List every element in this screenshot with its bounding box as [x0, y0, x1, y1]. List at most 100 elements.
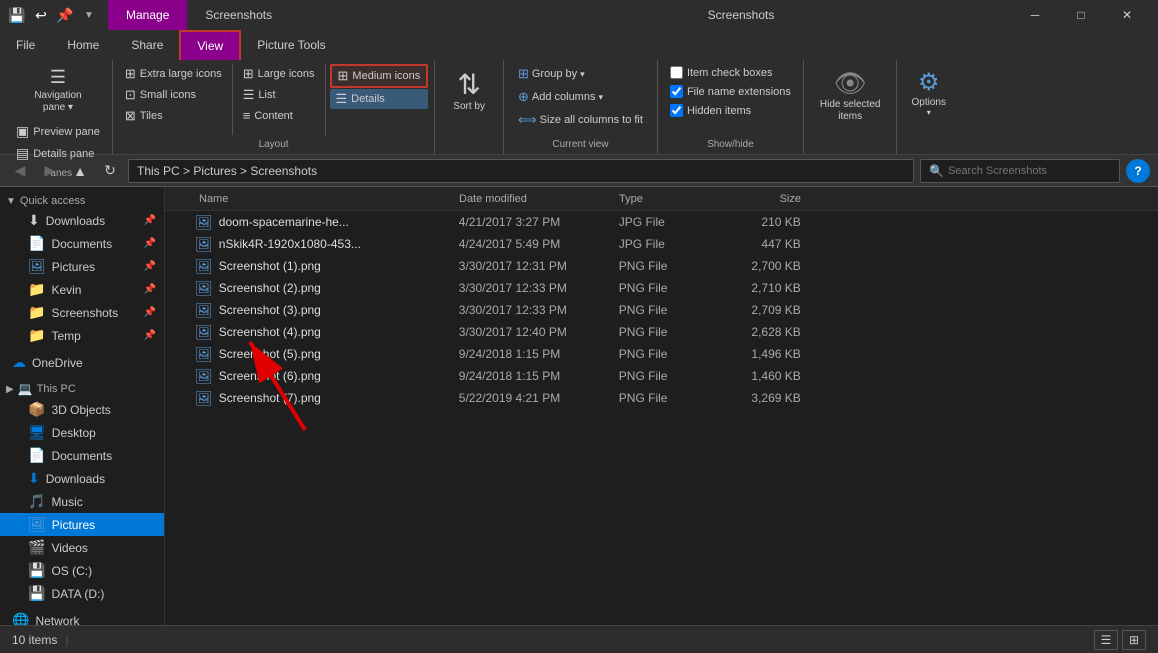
tiles-button[interactable]: ⊠ Tiles — [119, 106, 228, 126]
file-list-header: Name Date modified Type Size — [165, 187, 1158, 211]
save-icon[interactable]: 💾 — [8, 6, 26, 24]
group-by-button[interactable]: ⊞ Group by ▾ — [512, 64, 649, 84]
sort-button[interactable]: ⇅ Sort by — [443, 64, 495, 117]
list-button[interactable]: ☰ List — [237, 85, 321, 105]
sidebar-item-music[interactable]: 🎵 Music — [0, 490, 164, 513]
tab-view[interactable]: View — [179, 30, 241, 60]
item-check-boxes-checkbox[interactable] — [670, 66, 683, 79]
table-row[interactable]: 🖼 Screenshot (4).png 3/30/2017 12:40 PM … — [165, 321, 1158, 343]
search-input[interactable] — [948, 165, 1111, 177]
close-button[interactable]: ✕ — [1104, 0, 1150, 30]
search-box[interactable]: 🔍 — [920, 159, 1120, 183]
large-icons-view-toggle[interactable]: ⊞ — [1122, 630, 1146, 650]
address-path[interactable]: This PC > Pictures > Screenshots — [128, 159, 914, 183]
title-bar: 💾 ↩ 📌 ▼ Manage Screenshots Screenshots ─… — [0, 0, 1158, 30]
small-icons-button[interactable]: ⊡ Small icons — [119, 85, 228, 105]
sidebar-item-screenshots-quick[interactable]: 📁 Screenshots 📌 — [0, 301, 164, 324]
column-name[interactable]: Name — [195, 193, 455, 205]
file-size: 2,700 KB — [719, 259, 809, 273]
medium-icons-button[interactable]: ⊞ Medium icons — [330, 64, 429, 88]
file-name: Screenshot (4).png — [219, 325, 459, 339]
item-check-boxes-button[interactable]: Item check boxes — [666, 64, 795, 81]
content-icon: ≡ — [243, 108, 251, 123]
large-icons-button[interactable]: ⊞ Large icons — [237, 64, 321, 84]
sidebar-item-onedrive[interactable]: ☁ OneDrive — [0, 351, 164, 374]
hidden-items-checkbox[interactable] — [670, 104, 683, 117]
details-view-toggle[interactable]: ☰ — [1094, 630, 1118, 650]
sidebar-item-temp-quick[interactable]: 📁 Temp 📌 — [0, 324, 164, 347]
options-button[interactable]: ⚙ Options ▾ — [905, 64, 951, 121]
file-size: 2,709 KB — [719, 303, 809, 317]
hidden-items-button[interactable]: Hidden items — [666, 102, 795, 119]
sidebar-item-documents-pc[interactable]: 📄 Documents — [0, 444, 164, 467]
pin-icon[interactable]: 📌 — [56, 6, 74, 24]
table-row[interactable]: 🖼 Screenshot (3).png 3/30/2017 12:33 PM … — [165, 299, 1158, 321]
this-pc-group[interactable]: ▶ 💻 This PC — [0, 378, 164, 398]
screenshots-tab[interactable]: Screenshots — [187, 0, 290, 30]
file-name-extensions-checkbox[interactable] — [670, 85, 683, 98]
titlebar-dropdown-icon[interactable]: ▼ — [80, 6, 98, 24]
tab-home[interactable]: Home — [51, 30, 115, 60]
kevin-folder-icon: 📁 — [28, 281, 45, 298]
tab-file[interactable]: File — [0, 30, 51, 60]
help-button[interactable]: ? — [1126, 159, 1150, 183]
preview-pane-button[interactable]: ▣ Preview pane — [10, 121, 106, 142]
column-date[interactable]: Date modified — [455, 193, 615, 205]
file-name: Screenshot (1).png — [219, 259, 459, 273]
table-row[interactable]: 🖼 Screenshot (5).png 9/24/2018 1:15 PM P… — [165, 343, 1158, 365]
sidebar-item-network[interactable]: 🌐 Network — [0, 609, 164, 625]
up-button[interactable]: ▲ — [68, 159, 92, 183]
file-date: 4/21/2017 3:27 PM — [459, 215, 619, 229]
content-button[interactable]: ≡ Content — [237, 106, 321, 125]
column-size[interactable]: Size — [715, 193, 805, 205]
quick-access-group[interactable]: ▼ Quick access — [0, 191, 164, 209]
table-row[interactable]: 🖼 doom-spacemarine-he... 4/21/2017 3:27 … — [165, 211, 1158, 233]
file-type: JPG File — [619, 237, 719, 251]
sidebar-item-videos[interactable]: 🎬 Videos — [0, 536, 164, 559]
tab-picture-tools[interactable]: Picture Tools — [241, 30, 341, 60]
extra-large-icons-button[interactable]: ⊞ Extra large icons — [119, 64, 228, 84]
sidebar-item-3dobjects[interactable]: 📦 3D Objects — [0, 398, 164, 421]
hide-selected-button[interactable]: 👁 Hide selecteditems — [812, 64, 889, 127]
column-type[interactable]: Type — [615, 193, 715, 205]
file-type-icon: 🖼 — [195, 302, 213, 319]
hide-selected-icon: 👁 — [834, 68, 867, 99]
sidebar-item-desktop[interactable]: 🖥 Desktop — [0, 421, 164, 444]
sidebar-item-downloads-pc[interactable]: ⬇ Downloads — [0, 467, 164, 490]
size-columns-button[interactable]: ⟺ Size all columns to fit — [512, 110, 649, 130]
file-date: 3/30/2017 12:31 PM — [459, 259, 619, 273]
sidebar-item-downloads-quick[interactable]: ⬇ Downloads 📌 — [0, 209, 164, 232]
back-button[interactable]: ◀ — [8, 159, 32, 183]
table-row[interactable]: 🖼 Screenshot (2).png 3/30/2017 12:33 PM … — [165, 277, 1158, 299]
table-row[interactable]: 🖼 Screenshot (7).png 5/22/2019 4:21 PM P… — [165, 387, 1158, 409]
navigation-pane-button[interactable]: ☰ Navigationpane ▾ — [28, 64, 87, 117]
file-type-icon: 🖼 — [195, 258, 213, 275]
sidebar-item-data-d[interactable]: 💾 DATA (D:) — [0, 582, 164, 605]
file-name: Screenshot (2).png — [219, 281, 459, 295]
options-icon: ⚙ — [918, 68, 940, 97]
table-row[interactable]: 🖼 Screenshot (6).png 9/24/2018 1:15 PM P… — [165, 365, 1158, 387]
forward-button[interactable]: ▶ — [38, 159, 62, 183]
small-icons-icon: ⊡ — [125, 87, 136, 103]
undo-icon[interactable]: ↩ — [32, 6, 50, 24]
tiles-icon: ⊠ — [125, 108, 136, 124]
refresh-button[interactable]: ↻ — [98, 159, 122, 183]
details-button[interactable]: ☰ Details — [330, 89, 429, 109]
sidebar-item-kevin-quick[interactable]: 📁 Kevin 📌 — [0, 278, 164, 301]
manage-tab[interactable]: Manage — [108, 0, 187, 30]
desktop-icon: 🖥 — [28, 424, 46, 441]
tab-share[interactable]: Share — [115, 30, 179, 60]
app-title: Screenshots — [530, 8, 1012, 22]
sidebar-item-pictures-pc[interactable]: 🖼 Pictures — [0, 513, 164, 536]
minimize-button[interactable]: ─ — [1012, 0, 1058, 30]
screenshots-folder-icon: 📁 — [28, 304, 45, 321]
file-size: 2,710 KB — [719, 281, 809, 295]
table-row[interactable]: 🖼 nSkik4R-1920x1080-453... 4/24/2017 5:4… — [165, 233, 1158, 255]
add-columns-button[interactable]: ⊕ Add columns ▾ — [512, 87, 649, 107]
table-row[interactable]: 🖼 Screenshot (1).png 3/30/2017 12:31 PM … — [165, 255, 1158, 277]
sidebar-item-pictures-quick[interactable]: 🖼 Pictures 📌 — [0, 255, 164, 278]
maximize-button[interactable]: □ — [1058, 0, 1104, 30]
file-name-extensions-button[interactable]: File name extensions — [666, 83, 795, 100]
sidebar-item-os-c[interactable]: 💾 OS (C:) — [0, 559, 164, 582]
sidebar-item-documents-quick[interactable]: 📄 Documents 📌 — [0, 232, 164, 255]
